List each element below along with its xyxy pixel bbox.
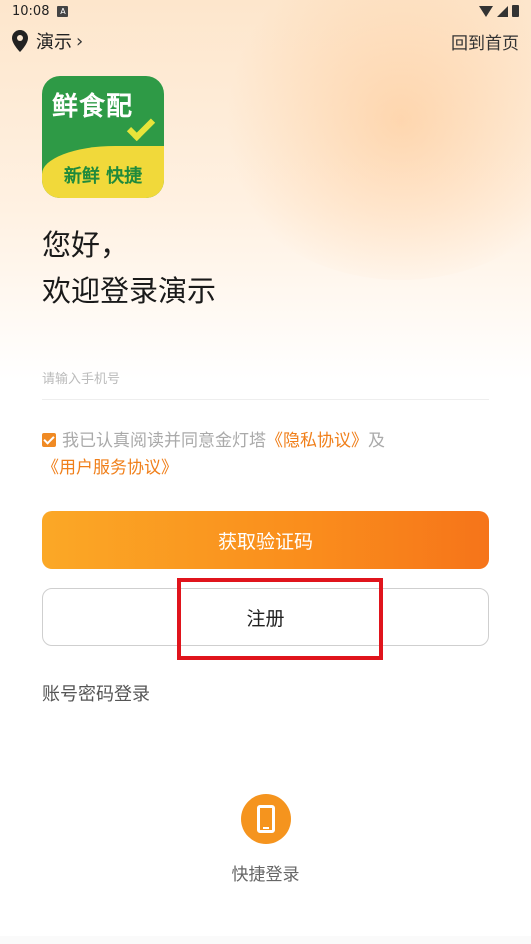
- quick-login-button[interactable]: [241, 794, 291, 844]
- agreement-text: 我已认真阅读并同意金灯塔《隐私协议》及《用户服务协议》: [42, 428, 489, 482]
- user-service-agreement-link[interactable]: 《用户服务协议》: [42, 458, 178, 478]
- status-time: 10:08: [12, 3, 50, 19]
- logo-slogan: 新鲜 快捷: [63, 166, 143, 187]
- location-label: 演示: [36, 32, 72, 53]
- app-logo: 鲜食配 新鲜 快捷: [42, 76, 164, 198]
- signal-icon: [497, 5, 508, 17]
- phone-number-input[interactable]: [42, 360, 489, 400]
- location-pin-icon: [12, 30, 28, 52]
- battery-icon: [512, 5, 519, 17]
- back-to-home-link[interactable]: 回到首页: [451, 29, 519, 54]
- status-bar: 10:08 A: [0, 0, 531, 22]
- logo-title: 鲜食配: [52, 92, 134, 122]
- top-bar: 演示 › 回到首页: [0, 28, 531, 54]
- notification-badge-icon: A: [57, 5, 69, 17]
- register-button[interactable]: 注册: [42, 588, 489, 646]
- greeting-line-2: 欢迎登录演示: [42, 274, 217, 308]
- agreement-prefix: 我已认真阅读并同意金灯塔: [62, 431, 266, 451]
- quick-login-label: 快捷登录: [231, 865, 300, 885]
- agreement-conjunction: 及: [368, 431, 385, 451]
- wifi-icon: [479, 5, 493, 17]
- phone-icon: [257, 805, 275, 833]
- navigation-bar: [0, 936, 531, 944]
- greeting-line-1: 您好，: [42, 228, 130, 262]
- location-selector[interactable]: 演示 ›: [12, 28, 83, 54]
- privacy-policy-link[interactable]: 《隐私协议》: [266, 431, 368, 451]
- greeting: 您好， 欢迎登录演示: [42, 222, 216, 314]
- status-icons: [479, 5, 519, 17]
- get-verification-code-button[interactable]: 获取验证码: [42, 511, 489, 569]
- agreement-checkbox[interactable]: [42, 433, 56, 447]
- password-login-link[interactable]: 账号密码登录: [42, 680, 150, 706]
- chevron-right-icon: ›: [76, 30, 84, 52]
